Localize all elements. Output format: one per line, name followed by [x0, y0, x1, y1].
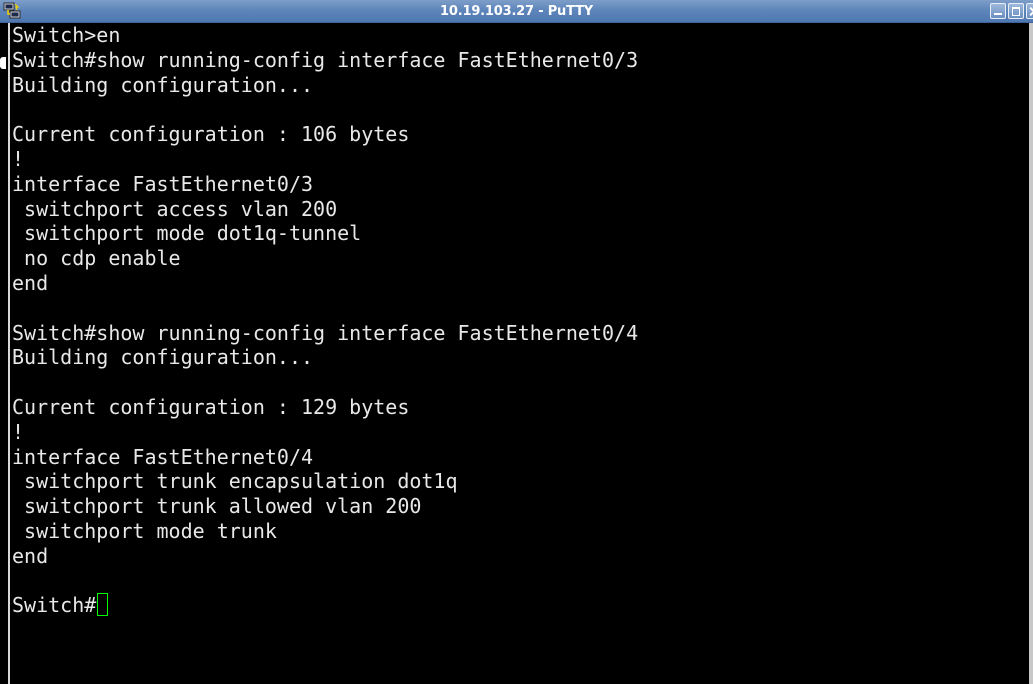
terminal-left-edge	[0, 23, 8, 684]
terminal-area[interactable]: Switch>en Switch#show running-config int…	[0, 23, 1033, 684]
terminal-line: end	[12, 543, 49, 568]
terminal-right-border	[1029, 23, 1033, 684]
close-icon[interactable]	[1026, 3, 1033, 19]
terminal-line: Switch>en	[12, 23, 121, 47]
terminal-output: Switch>en Switch#show running-config int…	[12, 23, 1022, 618]
terminal-line: Building configuration...	[12, 345, 314, 370]
terminal-line: interface FastEthernet0/3	[12, 171, 314, 196]
maximize-icon[interactable]	[1008, 3, 1024, 19]
terminal-line: switchport mode trunk	[12, 518, 277, 543]
terminal-line: Switch#show running-config interface Fas…	[12, 320, 639, 345]
putty-window: 10.19.103.27 - PuTTY Switch>en Switch#sh…	[0, 0, 1033, 684]
terminal-line: end	[12, 270, 49, 295]
window-title: 10.19.103.27 - PuTTY	[440, 4, 593, 19]
terminal-line: switchport trunk encapsulation dot1q	[12, 469, 458, 494]
terminal-line: Switch#show running-config interface Fas…	[12, 47, 639, 72]
terminal-left-border	[8, 23, 10, 684]
terminal-line: Current configuration : 106 bytes	[12, 122, 410, 147]
edge-marker	[0, 57, 6, 69]
terminal-line: !	[12, 419, 25, 444]
terminal-cursor[interactable]	[97, 593, 109, 617]
terminal-line: interface FastEthernet0/4	[12, 444, 314, 469]
terminal-line: switchport access vlan 200	[12, 196, 338, 221]
title-bar[interactable]: 10.19.103.27 - PuTTY	[0, 0, 1033, 23]
terminal-line: !	[12, 146, 25, 171]
terminal-prompt-line[interactable]: Switch#	[12, 593, 1022, 618]
terminal-line: Current configuration : 129 bytes	[12, 394, 410, 419]
terminal-line: switchport mode dot1q-tunnel	[12, 221, 362, 246]
terminal-line: switchport trunk allowed vlan 200	[12, 494, 422, 519]
terminal-line: no cdp enable	[12, 246, 181, 271]
minimize-icon[interactable]	[990, 3, 1006, 19]
terminal-line: Building configuration...	[12, 72, 314, 97]
window-controls	[990, 3, 1033, 20]
terminal-prompt: Switch#	[12, 593, 97, 618]
